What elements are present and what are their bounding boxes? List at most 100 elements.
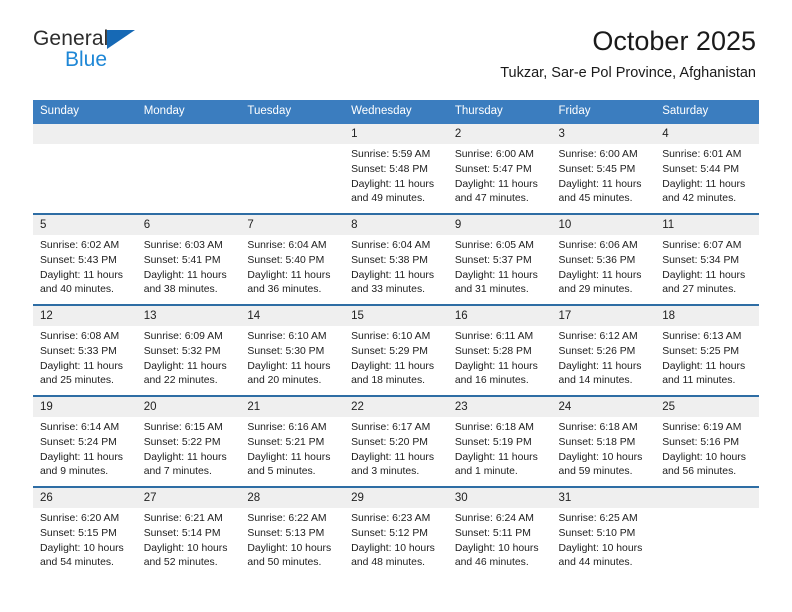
day-number: 31: [551, 487, 656, 509]
daylight-text: Daylight: 11 hours and 38 minutes.: [143, 269, 227, 296]
sunrise-text: Sunrise: 6:08 AM: [40, 331, 120, 343]
calendar-day-cell[interactable]: 6 Sunrise: 6:03 AM Sunset: 5:41 PM Daylight…: [136, 212, 241, 305]
daylight-text: Daylight: 11 hours and 33 minutes.: [351, 269, 435, 296]
sunset-text: Sunset: 5:40 PM: [247, 254, 325, 266]
sunrise-text: Sunrise: 6:25 AM: [558, 513, 638, 525]
calendar-day-cell-empty: [240, 123, 345, 214]
day-number: 28: [240, 487, 345, 509]
sunrise-text: Sunrise: 6:18 AM: [558, 422, 638, 434]
daylight-text: Daylight: 11 hours and 49 minutes.: [351, 178, 435, 205]
sunrise-text: Sunrise: 6:03 AM: [143, 240, 223, 252]
calendar-day-cell[interactable]: 29 Sunrise: 6:23 AM Sunset: 5:12 PM Dayligh…: [344, 485, 448, 577]
daylight-text: Daylight: 11 hours and 22 minutes.: [143, 360, 227, 387]
sunrise-text: Sunrise: 6:05 AM: [454, 240, 534, 252]
day-number: 6: [136, 214, 241, 236]
calendar-day-cell[interactable]: 9 Sunrise: 6:05 AM Sunset: 5:37 PM Daylight…: [447, 212, 552, 305]
sunset-text: Sunset: 5:24 PM: [40, 436, 117, 448]
sunset-text: Sunset: 5:25 PM: [662, 345, 740, 357]
sunrise-text: Sunrise: 6:13 AM: [662, 331, 742, 343]
brand-word-general: General: [33, 27, 109, 50]
daylight-text: Daylight: 10 hours and 52 minutes.: [143, 542, 228, 569]
calendar-day-cell[interactable]: 4 Sunrise: 6:01 AM Sunset: 5:44 PM Daylight…: [655, 123, 759, 214]
day-number: 27: [136, 487, 241, 509]
calendar-day-cell[interactable]: 15 Sunrise: 6:10 AM Sunset: 5:29 PM Dayligh…: [344, 303, 448, 396]
daylight-text: Daylight: 11 hours and 20 minutes.: [247, 360, 331, 387]
day-number: 9: [447, 214, 552, 236]
day-number: 8: [344, 214, 448, 236]
day-details: Sunrise: 6:25 AM Sunset: 5:10 PM Daylight:…: [552, 508, 656, 571]
daylight-text: Daylight: 11 hours and 18 minutes.: [351, 360, 435, 387]
sunset-text: Sunset: 5:28 PM: [454, 345, 532, 357]
daylight-text: Daylight: 11 hours and 14 minutes.: [558, 360, 642, 387]
daylight-text: Daylight: 10 hours and 50 minutes.: [247, 542, 332, 569]
sunrise-text: Sunrise: 6:01 AM: [662, 149, 742, 161]
sunset-text: Sunset: 5:13 PM: [247, 527, 325, 539]
calendar-day-cell[interactable]: 12 Sunrise: 6:08 AM Sunset: 5:33 PM Dayligh…: [33, 303, 137, 396]
day-number: 19: [33, 396, 137, 418]
calendar-day-cell[interactable]: 11 Sunrise: 6:07 AM Sunset: 5:34 PM Dayligh…: [655, 212, 759, 305]
calendar-day-cell[interactable]: 30 Sunrise: 6:24 AM Sunset: 5:11 PM Dayligh…: [447, 485, 552, 577]
day-number: 26: [33, 487, 137, 509]
daylight-text: Daylight: 11 hours and 3 minutes.: [351, 451, 435, 478]
calendar-day-cell[interactable]: 19 Sunrise: 6:14 AM Sunset: 5:24 PM Dayligh…: [33, 394, 137, 487]
daylight-text: Daylight: 11 hours and 9 minutes.: [40, 451, 123, 478]
sunrise-text: Sunrise: 6:19 AM: [662, 422, 742, 434]
day-number: 23: [447, 396, 552, 418]
calendar-day-cell[interactable]: 7 Sunrise: 6:04 AM Sunset: 5:40 PM Daylight…: [240, 212, 345, 305]
general-blue-logo: General Blue: [33, 26, 173, 82]
calendar-day-cell[interactable]: 17 Sunrise: 6:12 AM Sunset: 5:26 PM Dayligh…: [551, 303, 656, 396]
sunrise-text: Sunrise: 6:10 AM: [351, 331, 431, 343]
sunset-text: Sunset: 5:41 PM: [143, 254, 221, 266]
page-header: General Blue October 2025 Tukzar, Sar-e …: [0, 0, 792, 100]
day-number: 29: [344, 487, 448, 509]
calendar-day-cell[interactable]: 13 Sunrise: 6:09 AM Sunset: 5:32 PM Dayligh…: [136, 303, 241, 396]
calendar-day-cell[interactable]: 27 Sunrise: 6:21 AM Sunset: 5:14 PM Dayligh…: [136, 485, 241, 577]
daylight-text: Daylight: 11 hours and 11 minutes.: [662, 360, 746, 387]
calendar-day-cell[interactable]: 5 Sunrise: 6:02 AM Sunset: 5:43 PM Daylight…: [33, 212, 137, 305]
day-details: Sunrise: 6:10 AM Sunset: 5:30 PM Daylight:…: [240, 326, 344, 389]
sunset-text: Sunset: 5:10 PM: [558, 527, 636, 539]
sunrise-text: Sunrise: 6:14 AM: [40, 422, 120, 434]
day-details: Sunrise: 6:19 AM Sunset: 5:16 PM Daylight:…: [655, 417, 759, 480]
calendar-day-cell[interactable]: 14 Sunrise: 6:10 AM Sunset: 5:30 PM Dayligh…: [240, 303, 345, 396]
daylight-text: Daylight: 10 hours and 48 minutes.: [351, 542, 435, 569]
sunset-text: Sunset: 5:33 PM: [40, 345, 117, 357]
calendar-week-row: 26 Sunrise: 6:20 AM Sunset: 5:15 PM Dayligh…: [33, 485, 759, 577]
calendar-day-cell[interactable]: 23 Sunrise: 6:18 AM Sunset: 5:19 PM Dayligh…: [447, 394, 552, 487]
sunset-text: Sunset: 5:48 PM: [351, 163, 428, 175]
calendar-day-cell[interactable]: 20 Sunrise: 6:15 AM Sunset: 5:22 PM Dayligh…: [136, 394, 241, 487]
calendar-day-cell[interactable]: 26 Sunrise: 6:20 AM Sunset: 5:15 PM Dayligh…: [33, 485, 137, 577]
sunrise-text: Sunrise: 6:04 AM: [351, 240, 431, 252]
day-details: Sunrise: 6:04 AM Sunset: 5:40 PM Daylight:…: [240, 235, 344, 298]
day-number: 24: [551, 396, 656, 418]
sunrise-text: Sunrise: 6:00 AM: [558, 149, 638, 161]
calendar-day-cell[interactable]: 28 Sunrise: 6:22 AM Sunset: 5:13 PM Dayligh…: [240, 485, 345, 577]
sunset-text: Sunset: 5:19 PM: [454, 436, 532, 448]
day-number: 18: [655, 305, 759, 327]
day-number: 2: [447, 123, 552, 145]
sunset-text: Sunset: 5:21 PM: [247, 436, 325, 448]
day-details: Sunrise: 6:13 AM Sunset: 5:25 PM Daylight:…: [655, 326, 759, 389]
calendar-day-cell[interactable]: 16 Sunrise: 6:11 AM Sunset: 5:28 PM Dayligh…: [447, 303, 552, 396]
calendar-day-cell[interactable]: 10 Sunrise: 6:06 AM Sunset: 5:36 PM Dayligh…: [551, 212, 656, 305]
daylight-text: Daylight: 11 hours and 16 minutes.: [454, 360, 538, 387]
calendar-day-cell[interactable]: 8 Sunrise: 6:04 AM Sunset: 5:38 PM Daylight…: [344, 212, 448, 305]
calendar-day-cell[interactable]: 3 Sunrise: 6:00 AM Sunset: 5:45 PM Daylight…: [551, 123, 656, 214]
calendar-day-cell[interactable]: 2 Sunrise: 6:00 AM Sunset: 5:47 PM Daylight…: [447, 123, 552, 214]
calendar-day-cell[interactable]: 31 Sunrise: 6:25 AM Sunset: 5:10 PM Dayligh…: [551, 485, 656, 577]
calendar-day-cell[interactable]: 25 Sunrise: 6:19 AM Sunset: 5:16 PM Dayligh…: [655, 394, 759, 487]
daylight-text: Daylight: 11 hours and 1 minute.: [454, 451, 538, 478]
sunset-text: Sunset: 5:11 PM: [454, 527, 531, 539]
calendar-day-cell[interactable]: 18 Sunrise: 6:13 AM Sunset: 5:25 PM Dayligh…: [655, 303, 759, 396]
day-details: Sunrise: 6:24 AM Sunset: 5:11 PM Daylight:…: [448, 508, 552, 571]
daylight-text: Daylight: 10 hours and 46 minutes.: [454, 542, 539, 569]
calendar-day-cell[interactable]: 1 Sunrise: 5:59 AM Sunset: 5:48 PM Daylight…: [344, 123, 448, 214]
day-number: 14: [240, 305, 345, 327]
calendar-page: General Blue October 2025 Tukzar, Sar-e …: [0, 0, 792, 612]
calendar-day-cell[interactable]: 24 Sunrise: 6:18 AM Sunset: 5:18 PM Dayligh…: [551, 394, 656, 487]
calendar-day-cell[interactable]: 21 Sunrise: 6:16 AM Sunset: 5:21 PM Dayligh…: [240, 394, 345, 487]
sunset-text: Sunset: 5:38 PM: [351, 254, 428, 266]
sunset-text: Sunset: 5:16 PM: [662, 436, 740, 448]
calendar-day-cell[interactable]: 22 Sunrise: 6:17 AM Sunset: 5:20 PM Dayligh…: [344, 394, 448, 487]
calendar-body: 1 Sunrise: 5:59 AM Sunset: 5:48 PM Daylight…: [33, 123, 759, 577]
